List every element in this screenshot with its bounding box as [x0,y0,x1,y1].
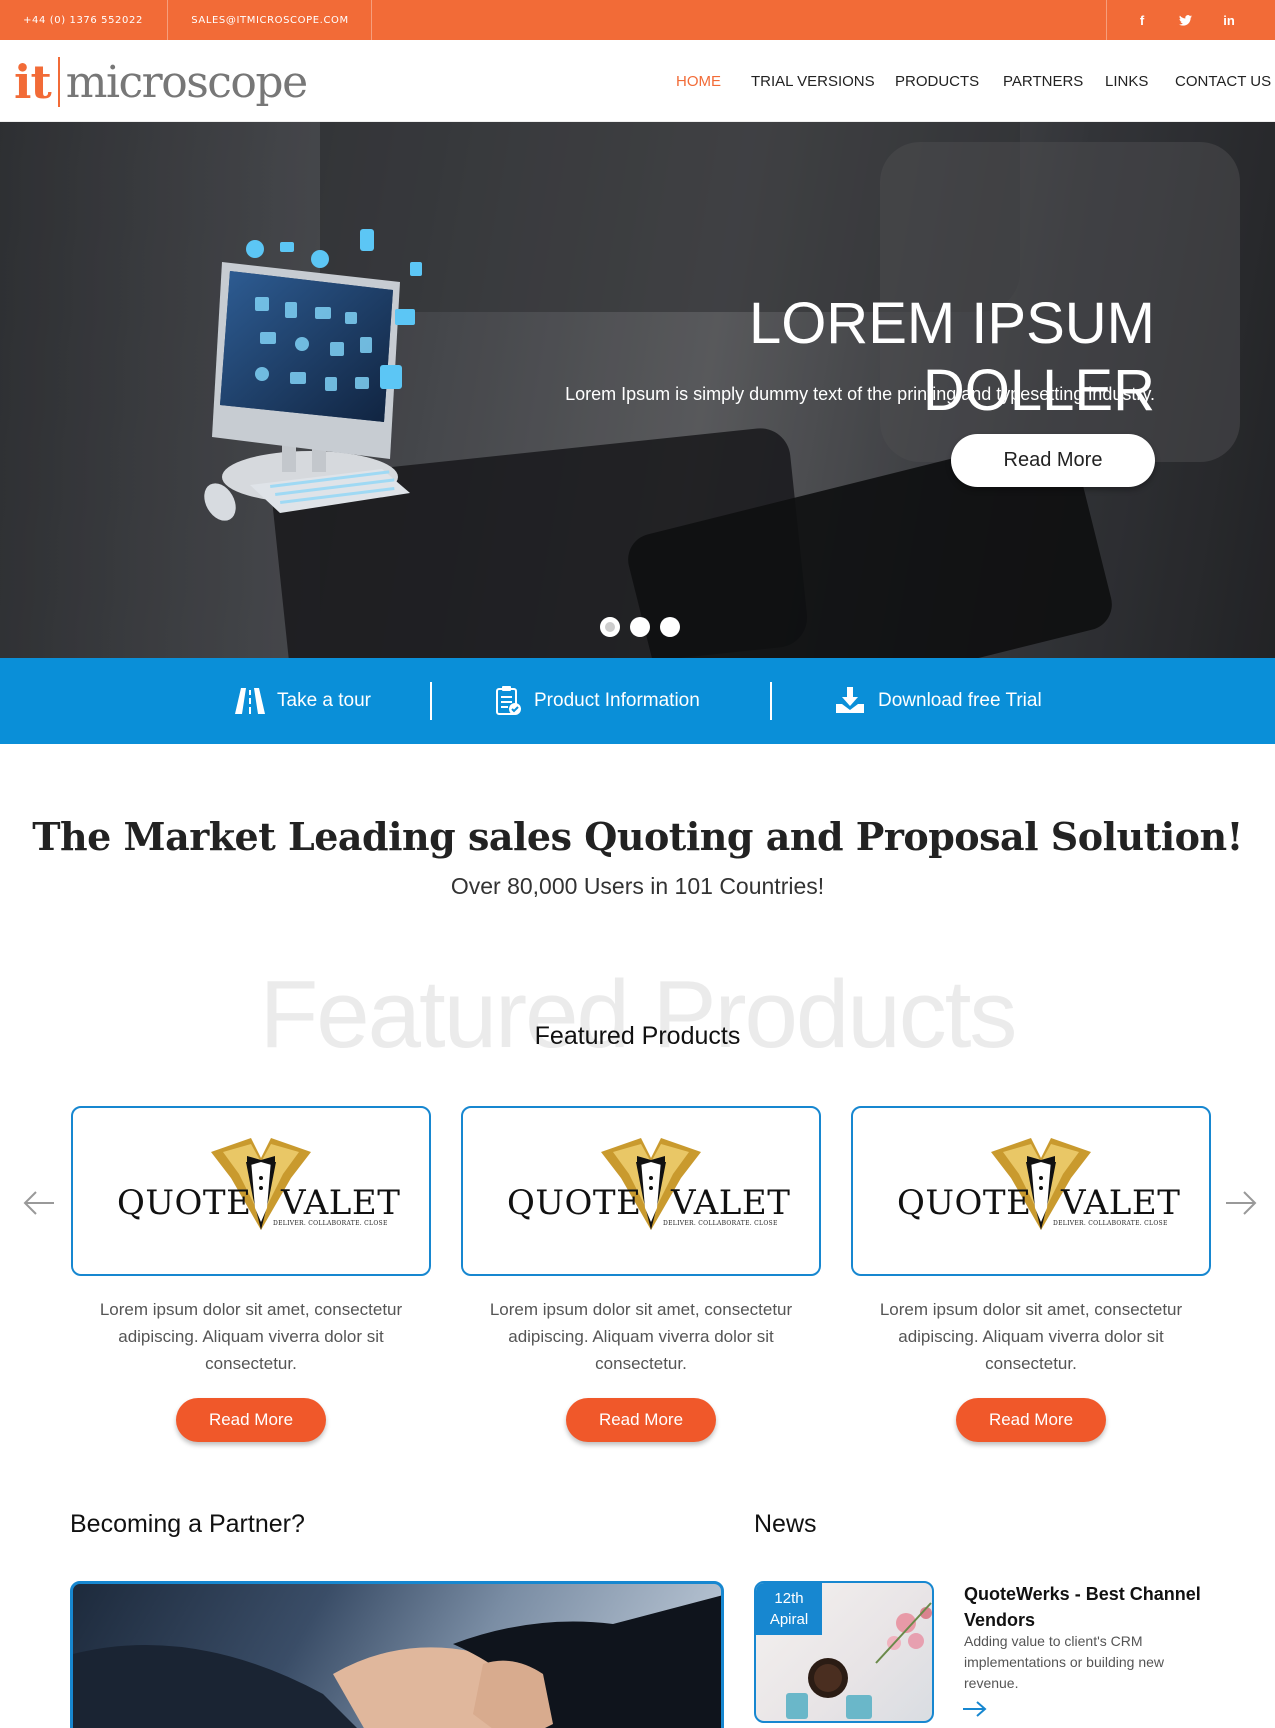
users-count-subline: Over 80,000 Users in 101 Countries! [450,873,825,899]
download-free-trial-label: Download free Trial [878,690,1042,711]
nav-links[interactable]: LINKS [1105,73,1148,90]
main-headline: The Market Leading sales Quoting and Pro… [32,814,1243,859]
download-free-trial-link[interactable]: Download free Trial [834,658,1042,744]
news-headline[interactable]: QuoteWerks - Best Channel Vendors [964,1581,1204,1633]
top-bar: +44 (0) 1376 552022 SALES@ITMICROSCOPE.C… [0,0,1275,40]
hero-slider: LOREM IPSUM DOLLER Lorem Ipsum is simply… [0,122,1275,658]
quotevalet-logo: QUOTE VALET DELIVER. COLLABORATE. CLOSE [463,1108,819,1274]
twitter-icon[interactable] [1163,0,1207,40]
featured-products-title: Featured Products [534,1022,741,1050]
news-date-badge: 12th Apiral [756,1583,822,1635]
carousel-next-arrow-icon[interactable] [1224,1188,1258,1218]
quotevalet-logo: QUOTE VALET DELIVER. COLLABORATE. CLOSE [853,1108,1209,1274]
product-read-more-button-1[interactable]: Read More [176,1398,326,1442]
slider-dot-3[interactable] [660,617,680,637]
partner-handshake-image [70,1581,724,1728]
facebook-icon[interactable]: f [1120,0,1164,40]
take-a-tour-link[interactable]: Take a tour [235,658,371,744]
slider-dot-2[interactable] [630,617,650,637]
nav-trial-versions[interactable]: TRIAL VERSIONS [751,73,875,90]
partner-section-title: Becoming a Partner? [70,1510,305,1538]
news-image[interactable]: 12th Apiral [754,1581,934,1723]
clipboard-check-icon [496,686,521,715]
hero-subtitle: Lorem Ipsum is simply dummy text of the … [565,384,1155,404]
nav-products[interactable]: PRODUCTS [895,73,979,90]
linkedin-icon[interactable]: in [1207,0,1251,40]
product-read-more-button-2[interactable]: Read More [566,1398,716,1442]
featured-ghost-text: Featured Products [259,961,1018,1068]
quick-links-strip: Take a tour Product Information Download… [0,658,1275,744]
product-card-2[interactable]: QUOTE VALET DELIVER. COLLABORATE. CLOSE [461,1106,821,1276]
take-a-tour-label: Take a tour [277,690,371,711]
nav-contact-us[interactable]: CONTACT US [1175,73,1271,90]
product-description-2: Lorem ipsum dolor sit amet, consectetur … [489,1300,793,1373]
news-excerpt: Adding value to client's CRM implementat… [964,1633,1164,1691]
hero-read-more-button[interactable]: Read More [951,434,1155,487]
product-information-label: Product Information [534,690,700,711]
product-information-link[interactable]: Product Information [496,658,700,744]
product-description-1: Lorem ipsum dolor sit amet, consectetur … [99,1300,403,1373]
arrow-right-icon[interactable] [962,1700,988,1718]
email-link[interactable]: SALES@ITMICROSCOPE.COM [168,0,372,40]
download-icon [836,687,864,713]
product-card-1[interactable]: QUOTE VALET DELIVER. COLLABORATE. CLOSE [71,1106,431,1276]
nav-home[interactable]: HOME [676,73,721,90]
news-section-title: News [754,1510,817,1538]
phone-number[interactable]: +44 (0) 1376 552022 [18,0,148,40]
slider-dot-1[interactable] [600,617,620,637]
product-card-3[interactable]: QUOTE VALET DELIVER. COLLABORATE. CLOSE [851,1106,1211,1276]
quotevalet-logo: QUOTE VALET DELIVER. COLLABORATE. CLOSE [73,1108,429,1274]
road-icon [235,688,265,714]
slider-dots [600,617,680,637]
nav-partners[interactable]: PARTNERS [1003,73,1083,90]
carousel-prev-arrow-icon[interactable] [22,1188,56,1218]
main-nav: HOME TRIAL VERSIONS PRODUCTS PARTNERS LI… [0,40,1275,122]
product-read-more-button-3[interactable]: Read More [956,1398,1106,1442]
product-description-3: Lorem ipsum dolor sit amet, consectetur … [879,1300,1183,1373]
